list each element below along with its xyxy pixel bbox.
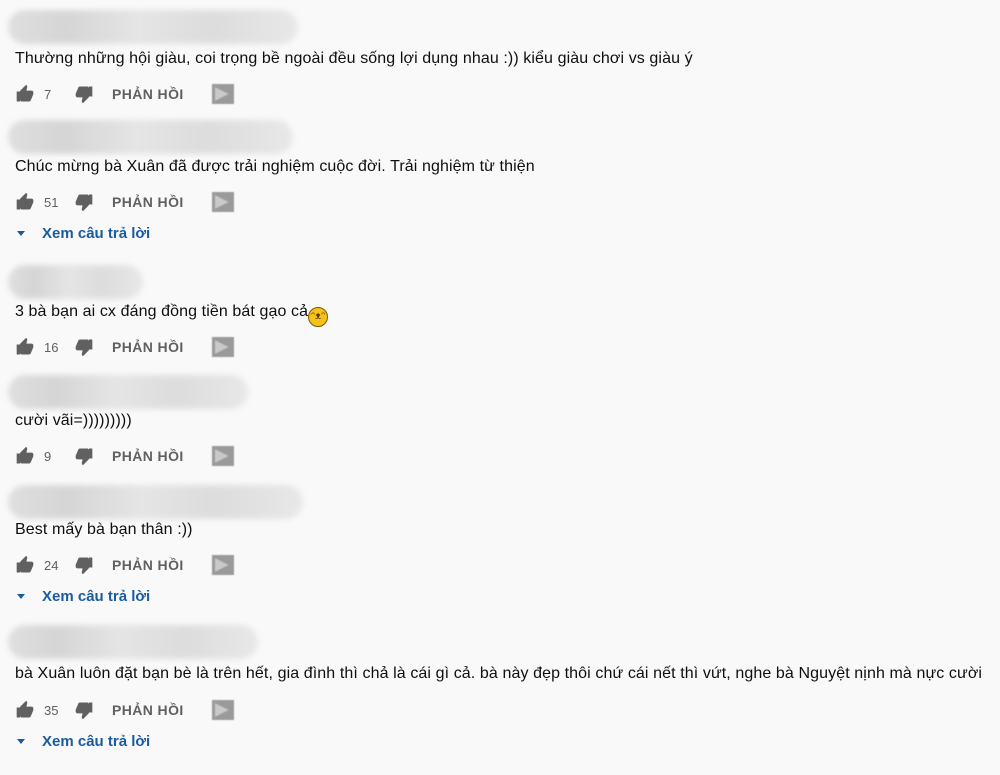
like-count: 51 [44,194,59,210]
comment-text: cười vãi=))))))))) [15,412,132,429]
reply-button[interactable]: PHẢN HỒI [112,86,184,102]
thumb-down-icon[interactable] [74,700,94,720]
thumb-down-icon[interactable] [74,337,94,357]
comment-actions: 9 PHẢN HỒI [15,444,234,468]
comment-actions: 24 PHẢN HỒI [15,553,234,577]
thumb-up-icon[interactable] [15,337,35,357]
flag-icon[interactable] [211,192,234,212]
view-replies-button[interactable]: Xem câu trả lời [15,225,150,242]
author-name-blurred [8,120,293,154]
comment-actions: 35 PHẢN HỒI [15,698,234,722]
author-name-blurred [8,10,298,44]
like-count: 7 [44,86,52,102]
caret-down-icon [17,231,25,236]
laughing-emoji-icon: ᵔᴥᵔ [308,307,329,327]
reply-button[interactable]: PHẢN HỒI [112,557,184,573]
thumb-down-icon[interactable] [74,192,94,212]
view-replies-label: Xem câu trả lời [42,588,151,605]
caret-down-icon [17,594,25,599]
thumb-up-icon[interactable] [15,84,35,104]
comment-text-content: 3 bà bạn ai cx đáng đồng tiền bát gạo cả [15,303,309,320]
reply-button[interactable]: PHẢN HỒI [112,448,184,464]
like-count: 9 [44,448,52,464]
flag-icon[interactable] [211,446,234,466]
comment-text: Best mấy bà bạn thân :)) [15,521,193,538]
flag-icon[interactable] [211,337,234,357]
thumb-up-icon[interactable] [15,555,35,575]
author-name-blurred [8,265,143,299]
thumb-down-icon[interactable] [74,446,94,466]
like-count: 24 [44,557,59,573]
thumb-up-icon[interactable] [15,700,35,720]
like-count: 16 [44,339,59,355]
comment-text: Chúc mừng bà Xuân đã được trải nghiệm cu… [15,158,535,175]
thumb-up-icon[interactable] [15,192,35,212]
author-name-blurred [8,625,258,659]
comment-text: Thường những hội giàu, coi trọng bề ngoà… [15,50,693,67]
reply-button[interactable]: PHẢN HỒI [112,339,184,355]
thumb-up-icon[interactable] [15,446,35,466]
flag-icon[interactable] [211,555,234,575]
thumb-down-icon[interactable] [74,84,94,104]
comment-text: bà Xuân luôn đặt bạn bè là trên hết, gia… [15,665,983,682]
comment-text: 3 bà bạn ai cx đáng đồng tiền bát gạo cả… [15,303,329,327]
view-replies-button[interactable]: Xem câu trả lời [15,733,150,750]
like-count: 35 [44,702,59,718]
comment-actions: 51 PHẢN HỒI [15,190,234,214]
reply-button[interactable]: PHẢN HỒI [112,702,184,718]
flag-icon[interactable] [211,700,234,720]
author-name-blurred [8,375,248,409]
thumb-down-icon[interactable] [74,555,94,575]
view-replies-label: Xem câu trả lời [42,225,151,242]
comment-actions: 16 PHẢN HỒI [15,335,234,359]
reply-button[interactable]: PHẢN HỒI [112,194,184,210]
comment-actions: 7 PHẢN HỒI [15,82,234,106]
caret-down-icon [17,739,25,744]
flag-icon[interactable] [211,84,234,104]
view-replies-label: Xem câu trả lời [42,733,151,750]
author-name-blurred [8,485,303,519]
view-replies-button[interactable]: Xem câu trả lời [15,588,150,605]
